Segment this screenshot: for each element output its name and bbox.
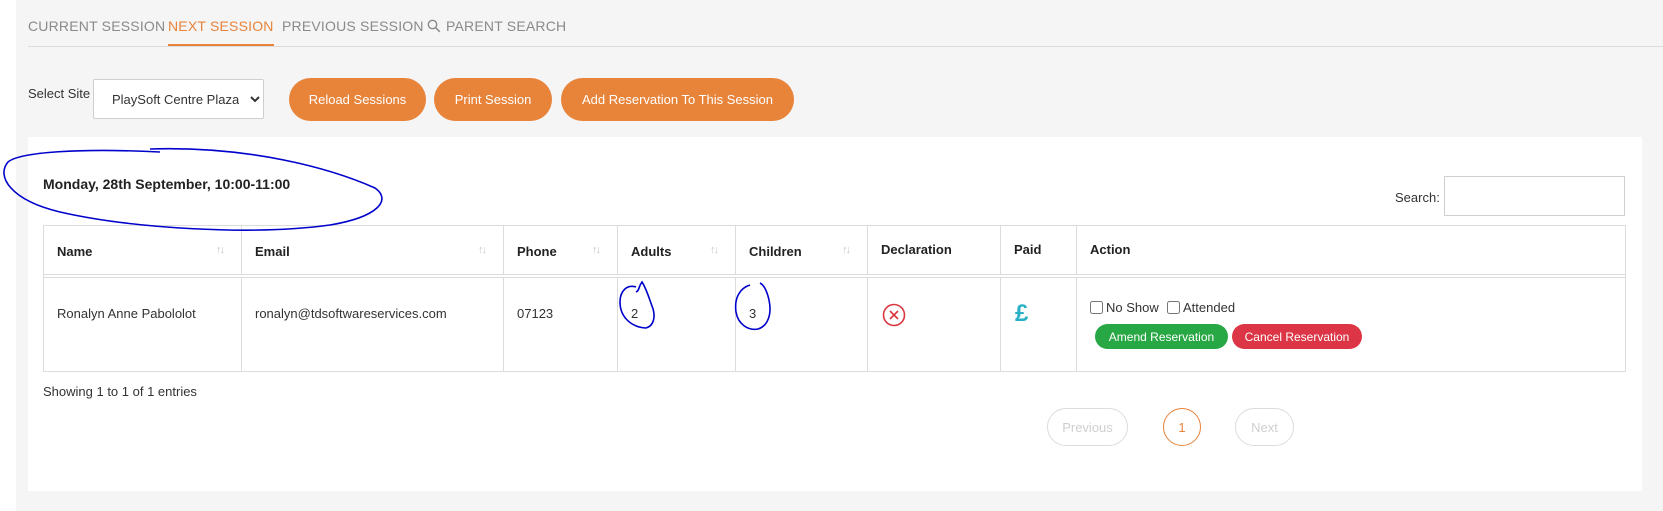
column-header-label: Email [255, 244, 290, 259]
entries-info: Showing 1 to 1 of 1 entries [43, 384, 197, 399]
sort-icon: ↑↓ [216, 244, 225, 256]
session-title: Monday, 28th September, 10:00-11:00 [43, 176, 291, 192]
reload-sessions-button[interactable]: Reload Sessions [289, 78, 426, 121]
cell-text: 3 [749, 306, 757, 321]
sort-icon: ↑↓ [592, 244, 601, 256]
cell-email: ronalyn@tdsoftwareservices.com [242, 278, 504, 371]
column-header-label: Adults [631, 244, 672, 259]
site-select[interactable]: PlaySoft Centre Plaza [93, 79, 264, 119]
cell-name: Ronalyn Anne Pabololot [44, 278, 242, 371]
column-header-name[interactable]: Name ↑↓ [44, 226, 242, 274]
x-circle-icon [882, 303, 906, 327]
select-site-label: Select Site [28, 86, 91, 101]
column-header-label: Paid [1014, 242, 1042, 257]
cell-adults: 2 [618, 278, 736, 371]
amend-reservation-button[interactable]: Amend Reservation [1095, 324, 1228, 349]
cell-phone: 07123 [504, 278, 618, 371]
column-header-action: Action [1077, 226, 1625, 274]
cell-paid: £ [1001, 278, 1077, 371]
search-label: Search: [1395, 190, 1440, 205]
sort-icon: ↑↓ [710, 244, 719, 256]
session-tabs: CURRENT SESSION NEXT SESSION PREVIOUS SE… [28, 0, 1663, 47]
reservations-table: Name ↑↓ Email ↑↓ Phone ↑↓ Adults ↑↓ Children… [43, 225, 1626, 372]
tab-parent-search[interactable]: PARENT SEARCH [427, 18, 566, 34]
cancel-reservation-button[interactable]: Cancel Reservation [1232, 324, 1362, 349]
column-header-label: Action [1090, 242, 1131, 257]
tab-next-session[interactable]: NEXT SESSION [168, 18, 274, 46]
sort-icon: ↑↓ [478, 244, 487, 256]
column-header-paid: Paid [1001, 226, 1077, 274]
print-session-button[interactable]: Print Session [434, 78, 552, 121]
column-header-declaration: Declaration [868, 226, 1001, 274]
column-header-label: Name [57, 244, 93, 259]
tab-parent-search-label: PARENT SEARCH [446, 18, 567, 34]
search-icon [427, 19, 441, 33]
cell-text: 2 [631, 306, 639, 321]
no-show-checkbox[interactable] [1090, 301, 1103, 314]
pound-icon: £ [1015, 300, 1029, 327]
column-header-children[interactable]: Children ↑↓ [736, 226, 868, 274]
tab-previous-session[interactable]: PREVIOUS SESSION [282, 18, 424, 34]
no-show-option[interactable]: No Show [1090, 300, 1159, 315]
cell-text: Ronalyn Anne Pabololot [57, 306, 196, 321]
no-show-label: No Show [1106, 300, 1159, 315]
cell-children: 3 [736, 278, 868, 371]
tab-current-session[interactable]: CURRENT SESSION [28, 18, 165, 34]
next-page-button[interactable]: Next [1235, 408, 1294, 446]
search-input[interactable] [1444, 176, 1625, 216]
column-header-label: Children [749, 244, 802, 259]
cell-text: ronalyn@tdsoftwareservices.com [255, 306, 447, 321]
cell-action: No Show Attended Amend Reservation Cance… [1077, 278, 1625, 371]
cell-text: 07123 [517, 306, 554, 321]
page-1-button[interactable]: 1 [1163, 408, 1201, 446]
cell-declaration [868, 278, 1001, 371]
column-header-email[interactable]: Email ↑↓ [242, 226, 504, 274]
previous-page-button[interactable]: Previous [1047, 408, 1128, 446]
column-header-adults[interactable]: Adults ↑↓ [618, 226, 736, 274]
sort-icon: ↑↓ [842, 244, 851, 256]
column-header-phone[interactable]: Phone ↑↓ [504, 226, 618, 274]
attended-option[interactable]: Attended [1167, 300, 1235, 315]
attended-checkbox[interactable] [1167, 301, 1180, 314]
add-reservation-button[interactable]: Add Reservation To This Session [561, 78, 794, 121]
column-header-label: Declaration [881, 242, 952, 257]
attended-label: Attended [1183, 300, 1236, 315]
column-header-label: Phone [517, 244, 557, 259]
